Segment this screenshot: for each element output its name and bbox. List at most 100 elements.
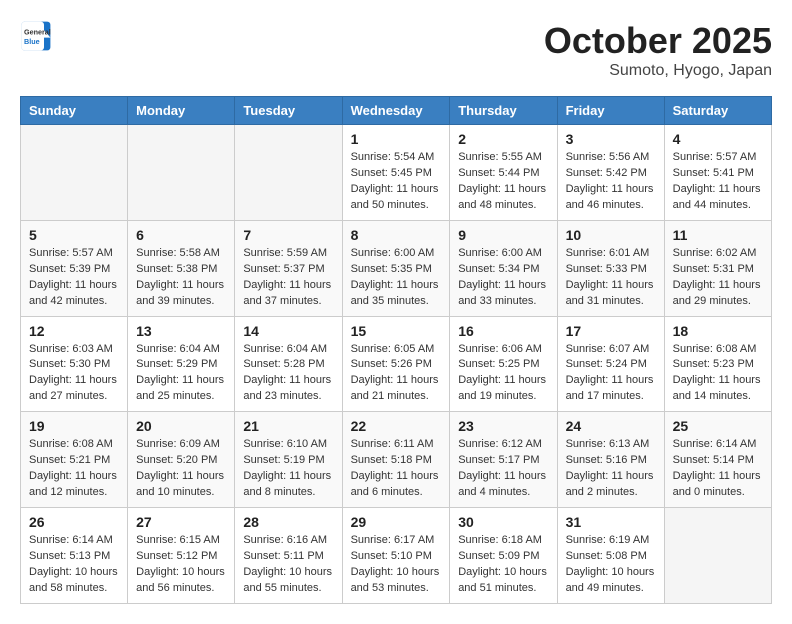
calendar-cell: 25 Sunrise: 6:14 AM Sunset: 5:14 PM Dayli… bbox=[664, 412, 771, 508]
day-number: 12 bbox=[29, 323, 119, 339]
weekday-header-sunday: Sunday bbox=[21, 97, 128, 125]
day-number: 30 bbox=[458, 514, 548, 530]
calendar-cell: 18 Sunrise: 6:08 AM Sunset: 5:23 PM Dayli… bbox=[664, 316, 771, 412]
calendar-cell: 10 Sunrise: 6:01 AM Sunset: 5:33 PM Dayli… bbox=[557, 220, 664, 316]
weekday-header-saturday: Saturday bbox=[664, 97, 771, 125]
calendar-cell: 12Sunrise: 6:03 AM Sunset: 5:30 PM Dayli… bbox=[21, 316, 128, 412]
day-info: Sunrise: 5:57 AM Sunset: 5:39 PM Dayligh… bbox=[29, 246, 119, 310]
calendar-cell: 6 Sunrise: 5:58 AM Sunset: 5:38 PM Daylig… bbox=[128, 220, 235, 316]
calendar-cell: 20Sunrise: 6:09 AM Sunset: 5:20 PM Dayli… bbox=[128, 412, 235, 508]
day-info: Sunrise: 6:05 AM Sunset: 5:26 PM Dayligh… bbox=[351, 342, 442, 406]
day-number: 27 bbox=[136, 514, 226, 530]
day-info: Sunrise: 5:56 AM Sunset: 5:42 PM Dayligh… bbox=[566, 150, 656, 214]
day-number: 17 bbox=[566, 323, 656, 339]
day-number: 1 bbox=[351, 131, 442, 147]
day-number: 10 bbox=[566, 227, 656, 243]
day-info: Sunrise: 6:15 AM Sunset: 5:12 PM Dayligh… bbox=[136, 533, 226, 597]
calendar-cell: 7Sunrise: 5:59 AM Sunset: 5:37 PM Daylig… bbox=[235, 220, 342, 316]
day-info: Sunrise: 5:55 AM Sunset: 5:44 PM Dayligh… bbox=[458, 150, 548, 214]
svg-text:Blue: Blue bbox=[24, 37, 40, 46]
day-number: 18 bbox=[673, 323, 763, 339]
calendar-week-row: 26Sunrise: 6:14 AM Sunset: 5:13 PM Dayli… bbox=[21, 508, 772, 604]
calendar-cell: 3Sunrise: 5:56 AM Sunset: 5:42 PM Daylig… bbox=[557, 125, 664, 221]
location-title: Sumoto, Hyogo, Japan bbox=[544, 62, 772, 80]
day-number: 11 bbox=[673, 227, 763, 243]
weekday-header-monday: Monday bbox=[128, 97, 235, 125]
calendar-cell bbox=[128, 125, 235, 221]
calendar-cell: 29 Sunrise: 6:17 AM Sunset: 5:10 PM Dayli… bbox=[342, 508, 450, 604]
calendar-table: SundayMondayTuesdayWednesdayThursdayFrid… bbox=[20, 96, 772, 604]
calendar-cell bbox=[235, 125, 342, 221]
day-info: Sunrise: 6:04 AM Sunset: 5:28 PM Dayligh… bbox=[243, 342, 333, 406]
day-number: 16 bbox=[458, 323, 548, 339]
day-number: 25 bbox=[673, 418, 763, 434]
day-number: 5 bbox=[29, 227, 119, 243]
calendar-cell: 31Sunrise: 6:19 AM Sunset: 5:08 PM Dayli… bbox=[557, 508, 664, 604]
day-info: Sunrise: 6:06 AM Sunset: 5:25 PM Dayligh… bbox=[458, 342, 548, 406]
calendar-cell: 5 Sunrise: 5:57 AM Sunset: 5:39 PM Daylig… bbox=[21, 220, 128, 316]
day-info: Sunrise: 6:11 AM Sunset: 5:18 PM Dayligh… bbox=[351, 437, 442, 501]
day-number: 14 bbox=[243, 323, 333, 339]
day-number: 24 bbox=[566, 418, 656, 434]
day-number: 23 bbox=[458, 418, 548, 434]
calendar-cell: 8 Sunrise: 6:00 AM Sunset: 5:35 PM Daylig… bbox=[342, 220, 450, 316]
calendar-cell: 24 Sunrise: 6:13 AM Sunset: 5:16 PM Dayli… bbox=[557, 412, 664, 508]
calendar-cell: 27 Sunrise: 6:15 AM Sunset: 5:12 PM Dayli… bbox=[128, 508, 235, 604]
calendar-cell: 22 Sunrise: 6:11 AM Sunset: 5:18 PM Dayli… bbox=[342, 412, 450, 508]
calendar-cell: 17 Sunrise: 6:07 AM Sunset: 5:24 PM Dayli… bbox=[557, 316, 664, 412]
calendar-cell: 15 Sunrise: 6:05 AM Sunset: 5:26 PM Dayli… bbox=[342, 316, 450, 412]
weekday-header-thursday: Thursday bbox=[450, 97, 557, 125]
calendar-cell: 19 Sunrise: 6:08 AM Sunset: 5:21 PM Dayli… bbox=[21, 412, 128, 508]
calendar-week-row: 5 Sunrise: 5:57 AM Sunset: 5:39 PM Daylig… bbox=[21, 220, 772, 316]
calendar-cell: 21Sunrise: 6:10 AM Sunset: 5:19 PM Dayli… bbox=[235, 412, 342, 508]
day-info: Sunrise: 6:08 AM Sunset: 5:21 PM Dayligh… bbox=[29, 437, 119, 501]
day-info: Sunrise: 6:07 AM Sunset: 5:24 PM Dayligh… bbox=[566, 342, 656, 406]
calendar-cell bbox=[21, 125, 128, 221]
calendar-cell: 28 Sunrise: 6:16 AM Sunset: 5:11 PM Dayli… bbox=[235, 508, 342, 604]
day-number: 22 bbox=[351, 418, 442, 434]
day-number: 6 bbox=[136, 227, 226, 243]
svg-text:General: General bbox=[24, 27, 51, 36]
weekday-header-wednesday: Wednesday bbox=[342, 97, 450, 125]
calendar-cell: 13Sunrise: 6:04 AM Sunset: 5:29 PM Dayli… bbox=[128, 316, 235, 412]
day-number: 20 bbox=[136, 418, 226, 434]
calendar-week-row: 19 Sunrise: 6:08 AM Sunset: 5:21 PM Dayli… bbox=[21, 412, 772, 508]
calendar-cell: 30Sunrise: 6:18 AM Sunset: 5:09 PM Dayli… bbox=[450, 508, 557, 604]
day-info: Sunrise: 5:58 AM Sunset: 5:38 PM Dayligh… bbox=[136, 246, 226, 310]
day-number: 2 bbox=[458, 131, 548, 147]
day-number: 26 bbox=[29, 514, 119, 530]
day-number: 29 bbox=[351, 514, 442, 530]
calendar-cell: 23Sunrise: 6:12 AM Sunset: 5:17 PM Dayli… bbox=[450, 412, 557, 508]
day-info: Sunrise: 6:17 AM Sunset: 5:10 PM Dayligh… bbox=[351, 533, 442, 597]
page-header: General Blue October 2025 Sumoto, Hyogo,… bbox=[20, 20, 772, 80]
calendar-cell: 4Sunrise: 5:57 AM Sunset: 5:41 PM Daylig… bbox=[664, 125, 771, 221]
day-info: Sunrise: 6:13 AM Sunset: 5:16 PM Dayligh… bbox=[566, 437, 656, 501]
logo-icon: General Blue bbox=[20, 20, 52, 52]
day-info: Sunrise: 5:54 AM Sunset: 5:45 PM Dayligh… bbox=[351, 150, 442, 214]
day-number: 19 bbox=[29, 418, 119, 434]
day-number: 7 bbox=[243, 227, 333, 243]
day-number: 4 bbox=[673, 131, 763, 147]
title-block: October 2025 Sumoto, Hyogo, Japan bbox=[544, 20, 772, 80]
day-info: Sunrise: 6:00 AM Sunset: 5:35 PM Dayligh… bbox=[351, 246, 442, 310]
weekday-header-row: SundayMondayTuesdayWednesdayThursdayFrid… bbox=[21, 97, 772, 125]
day-info: Sunrise: 6:08 AM Sunset: 5:23 PM Dayligh… bbox=[673, 342, 763, 406]
day-info: Sunrise: 6:01 AM Sunset: 5:33 PM Dayligh… bbox=[566, 246, 656, 310]
day-info: Sunrise: 6:14 AM Sunset: 5:14 PM Dayligh… bbox=[673, 437, 763, 501]
day-number: 9 bbox=[458, 227, 548, 243]
logo: General Blue bbox=[20, 20, 52, 52]
day-number: 8 bbox=[351, 227, 442, 243]
calendar-cell: 9Sunrise: 6:00 AM Sunset: 5:34 PM Daylig… bbox=[450, 220, 557, 316]
day-number: 15 bbox=[351, 323, 442, 339]
day-number: 21 bbox=[243, 418, 333, 434]
calendar-cell: 1 Sunrise: 5:54 AM Sunset: 5:45 PM Daylig… bbox=[342, 125, 450, 221]
day-number: 28 bbox=[243, 514, 333, 530]
calendar-cell: 2 Sunrise: 5:55 AM Sunset: 5:44 PM Daylig… bbox=[450, 125, 557, 221]
calendar-cell: 11 Sunrise: 6:02 AM Sunset: 5:31 PM Dayli… bbox=[664, 220, 771, 316]
month-title: October 2025 bbox=[544, 20, 772, 62]
day-info: Sunrise: 6:16 AM Sunset: 5:11 PM Dayligh… bbox=[243, 533, 333, 597]
day-info: Sunrise: 6:02 AM Sunset: 5:31 PM Dayligh… bbox=[673, 246, 763, 310]
calendar-cell bbox=[664, 508, 771, 604]
calendar-cell: 14 Sunrise: 6:04 AM Sunset: 5:28 PM Dayli… bbox=[235, 316, 342, 412]
weekday-header-friday: Friday bbox=[557, 97, 664, 125]
